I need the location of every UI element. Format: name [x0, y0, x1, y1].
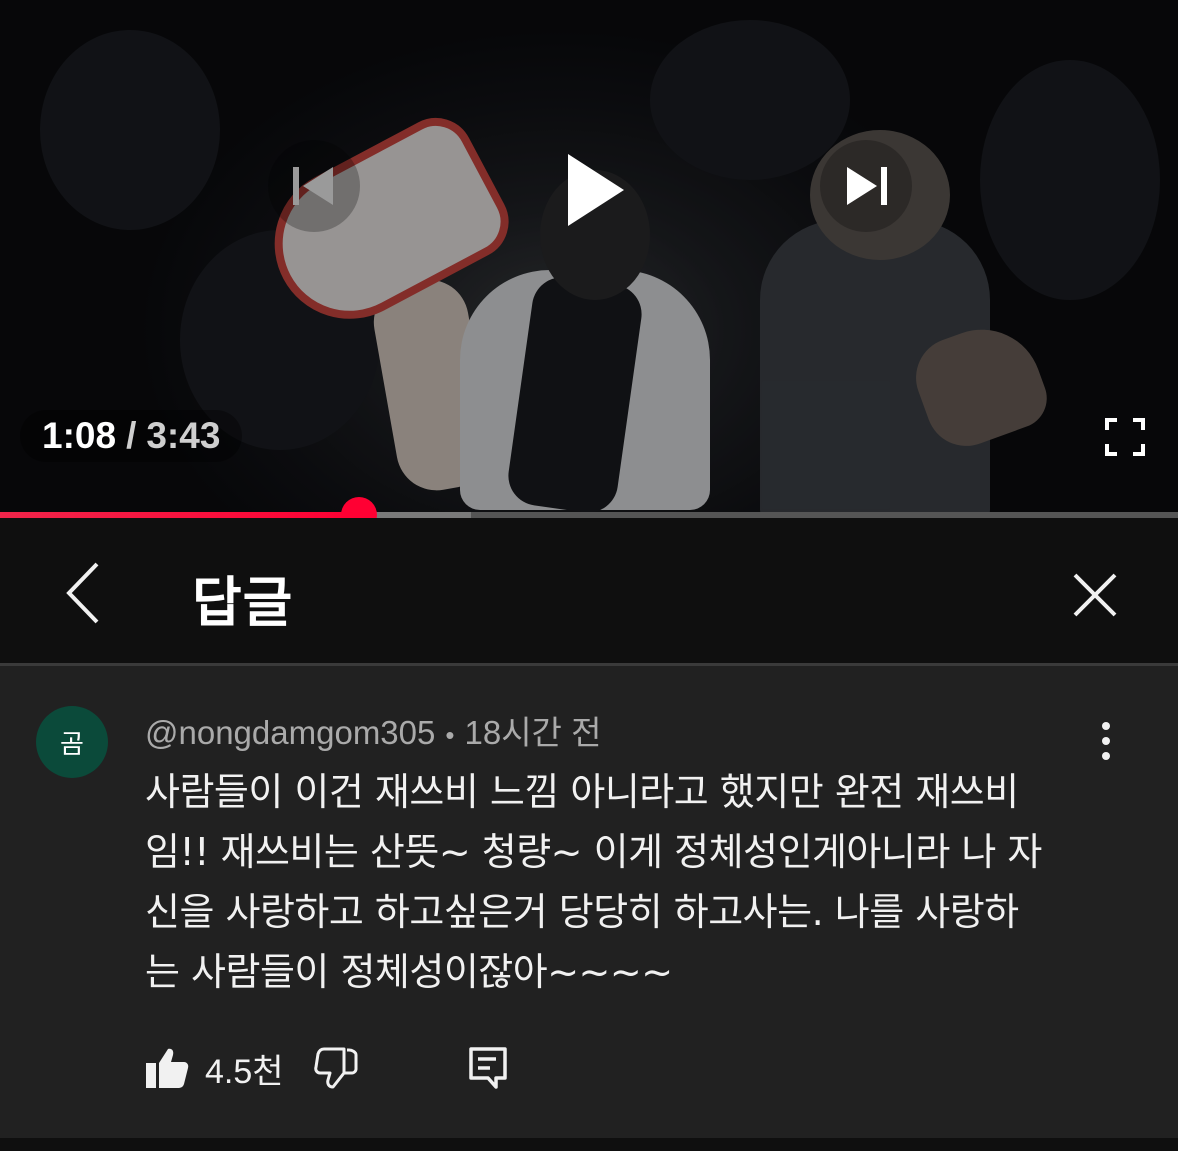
- comment-author[interactable]: @nongdamgom305: [145, 714, 435, 751]
- chevron-left-icon: [66, 562, 99, 624]
- reply-comment-icon: [468, 1047, 507, 1089]
- bottom-edge: [0, 1138, 1178, 1151]
- more-dot: [1102, 752, 1110, 760]
- comment-item: 곰 @nongdamgom305 • 18시간 전 사람들이 이건 재쓰비 느낌 아…: [0, 666, 1178, 1138]
- fullscreen-icon: [1105, 418, 1145, 456]
- previous-button[interactable]: [268, 140, 360, 232]
- like-button[interactable]: [145, 1047, 189, 1089]
- time-separator: /: [126, 415, 137, 456]
- fullscreen-button[interactable]: [1100, 412, 1150, 462]
- total-time: 3:43: [146, 415, 221, 456]
- meta-separator-dot: •: [445, 720, 455, 750]
- comment-meta: @nongdamgom305 • 18시간 전: [145, 706, 601, 754]
- like-count: 4.5천: [205, 1052, 284, 1091]
- dislike-button[interactable]: [313, 1047, 358, 1089]
- replies-header: 답글: [0, 518, 1178, 664]
- thumbs-down-icon: [313, 1047, 358, 1089]
- page-title: 답글: [192, 571, 294, 634]
- avatar[interactable]: 곰: [36, 706, 108, 778]
- next-button[interactable]: [820, 140, 912, 232]
- more-options-button[interactable]: [1086, 716, 1126, 766]
- comment-actions: 4.5천: [145, 1038, 508, 1098]
- more-dot: [1102, 722, 1110, 730]
- close-button[interactable]: [1062, 562, 1128, 628]
- current-time: 1:08: [42, 415, 117, 456]
- back-button[interactable]: [50, 560, 116, 626]
- thumbs-up-icon: [146, 1048, 189, 1088]
- reply-button[interactable]: [468, 1046, 508, 1090]
- time-display[interactable]: 1:08 / 3:43: [20, 410, 243, 462]
- comment-text: 사람들이 이건 재쓰비 느낌 아니라고 했지만 완전 재쓰비 임!! 재쓰비는 …: [145, 770, 1042, 994]
- more-dot: [1102, 737, 1110, 745]
- comment-timestamp: 18시간 전: [464, 714, 602, 751]
- skip-previous-icon: [293, 167, 333, 205]
- avatar-text: 곰: [60, 729, 84, 760]
- play-icon: [568, 154, 624, 226]
- video-player[interactable]: 1:08 / 3:43: [0, 0, 1178, 514]
- close-icon: [1073, 573, 1117, 617]
- play-button[interactable]: [545, 140, 645, 240]
- skip-next-icon: [847, 167, 887, 205]
